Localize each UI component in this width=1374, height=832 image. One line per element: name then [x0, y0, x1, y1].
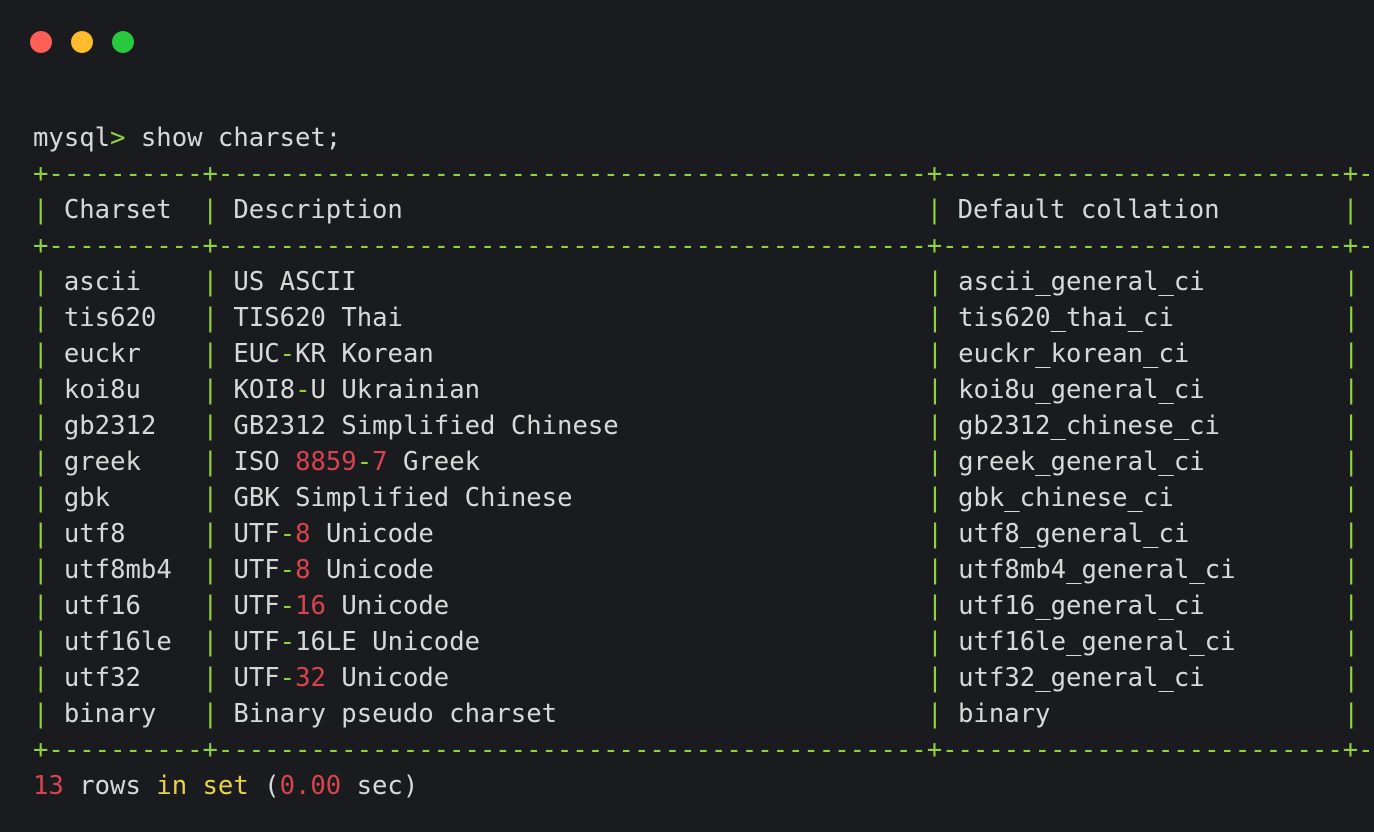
terminal-window: mysql> show charset; +----------+--------… [0, 0, 1374, 832]
table-row: | ascii | US ASCII | ascii_general_ci | … [33, 264, 1374, 300]
table-row: | tis620 | TIS620 Thai | tis620_thai_ci … [33, 300, 1374, 336]
cell-3: 1 [1359, 303, 1374, 333]
cell-1: US ASCII [233, 267, 357, 297]
cell-3: 1 [1359, 267, 1374, 297]
cell-3: 4 [1359, 591, 1374, 621]
cell-0: gbk [63, 483, 111, 513]
cell-1: TIS620 Thai [233, 303, 403, 333]
cell-1: Binary pseudo charset [233, 699, 558, 729]
cell-3: 1 [1359, 375, 1374, 405]
cell-0: utf16 [63, 591, 141, 621]
cell-0: utf32 [63, 663, 141, 693]
table-row: | utf32 | UTF-32 Unicode | utf32_general… [33, 660, 1374, 696]
table-row: | gb2312 | GB2312 Simplified Chinese | g… [33, 408, 1374, 444]
cell-0: utf8 [63, 519, 126, 549]
cell-3: 1 [1359, 699, 1374, 729]
table-header-row: | Charset | Description | Default collat… [33, 192, 1374, 228]
result-summary: 13 rows in set (0.00 sec) [33, 771, 419, 801]
cell-1: Description [217, 195, 927, 225]
cell-1: GB2312 Simplified Chinese [233, 411, 619, 441]
cell-1: UTF-16LE Unicode [233, 627, 481, 657]
cell-1: ISO 8859-7 Greek [233, 447, 481, 477]
cell-2: euckr_korean_ci [958, 339, 1190, 369]
cell-1: UTF-32 Unicode [233, 663, 450, 693]
table-row: | utf16le | UTF-16LE Unicode | utf16le_g… [33, 624, 1374, 660]
table-row: | utf8mb4 | UTF-8 Unicode | utf8mb4_gene… [33, 552, 1374, 588]
cell-0: ascii [63, 267, 141, 297]
cell-0: greek [63, 447, 141, 477]
cell-3: 4 [1359, 663, 1374, 693]
cell-2: ascii_general_ci [958, 267, 1205, 297]
cell-3: 1 [1359, 447, 1374, 477]
cell-0: tis620 [63, 303, 157, 333]
cell-1: KOI8-U Ukrainian [233, 375, 481, 405]
cell-2: binary [958, 699, 1051, 729]
table-row: | utf8 | UTF-8 Unicode | utf8_general_ci… [33, 516, 1374, 552]
table-row: | gbk | GBK Simplified Chinese | gbk_chi… [33, 480, 1374, 516]
cell-1: EUC-KR Korean [233, 339, 434, 369]
table-rule-top: +----------+----------------------------… [33, 159, 1374, 189]
cell-2: greek_general_ci [958, 447, 1205, 477]
table-row: | utf16 | UTF-16 Unicode | utf16_general… [33, 588, 1374, 624]
cell-0: euckr [63, 339, 141, 369]
cell-2: utf16le_general_ci [958, 627, 1236, 657]
cell-0: utf16le [63, 627, 172, 657]
cell-2: utf8mb4_general_ci [958, 555, 1236, 585]
cell-0: gb2312 [63, 411, 157, 441]
table-row: | euckr | EUC-KR Korean | euckr_korean_c… [33, 336, 1374, 372]
cell-3: 4 [1359, 627, 1374, 657]
cell-0: binary [63, 699, 157, 729]
table-row: | binary | Binary pseudo charset | binar… [33, 696, 1374, 732]
cell-0: Charset [48, 195, 203, 225]
cell-2: Default collation [942, 195, 1343, 225]
cell-2: tis620_thai_ci [958, 303, 1174, 333]
cell-2: gb2312_chinese_ci [957, 411, 1220, 441]
close-button[interactable] [30, 31, 52, 53]
cell-2: utf32_general_ci [958, 663, 1205, 693]
cell-0: utf8mb4 [63, 555, 172, 585]
cell-2: koi8u_general_ci [958, 375, 1205, 405]
maximize-button[interactable] [112, 31, 134, 53]
cell-1: GBK Simplified Chinese [233, 483, 573, 513]
minimize-button[interactable] [71, 31, 93, 53]
window-titlebar [0, 0, 1374, 84]
cell-2: gbk_chinese_ci [958, 483, 1174, 513]
table-rule-bottom: +----------+----------------------------… [33, 735, 1374, 765]
prompt-line: mysql> show charset; [33, 123, 342, 153]
cell-3: 2 [1359, 411, 1374, 441]
cell-0: koi8u [63, 375, 141, 405]
cell-2: utf16_general_ci [958, 591, 1205, 621]
table-rule-header: +----------+----------------------------… [33, 231, 1374, 261]
cell-3: Maxlen [1358, 195, 1374, 225]
cell-1: UTF-8 Unicode [233, 555, 434, 585]
table-row: | greek | ISO 8859-7 Greek | greek_gener… [33, 444, 1374, 480]
cell-2: utf8_general_ci [958, 519, 1190, 549]
cell-1: UTF-8 Unicode [233, 519, 434, 549]
cell-1: UTF-16 Unicode [233, 591, 450, 621]
terminal-output[interactable]: mysql> show charset; +----------+--------… [33, 84, 1374, 832]
table-row: | koi8u | KOI8-U Ukrainian | koi8u_gener… [33, 372, 1374, 408]
cell-3: 3 [1359, 519, 1374, 549]
cell-3: 2 [1359, 339, 1374, 369]
cell-3: 4 [1359, 555, 1374, 585]
cell-3: 2 [1359, 483, 1374, 513]
